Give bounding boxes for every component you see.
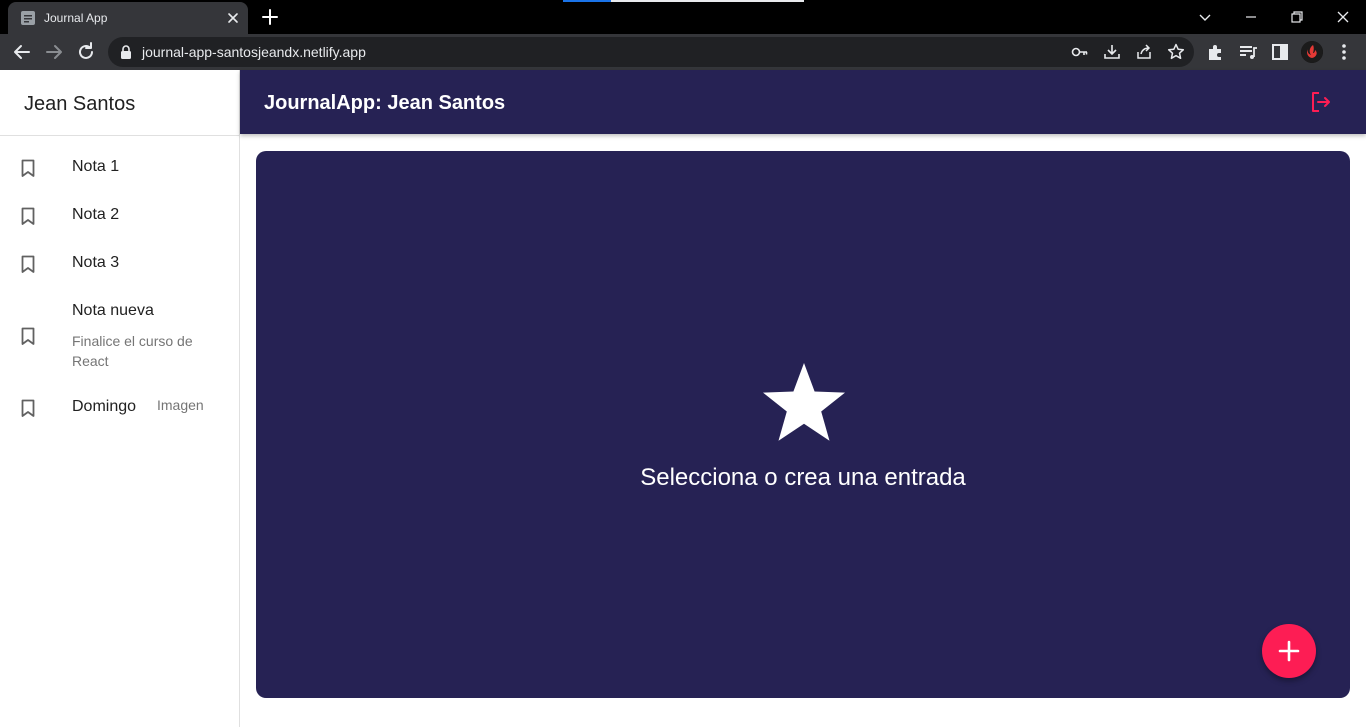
add-note-button[interactable] [1262, 624, 1316, 678]
plus-icon [1278, 640, 1300, 662]
media-queue-icon[interactable] [1236, 40, 1260, 64]
reload-icon[interactable] [74, 40, 98, 64]
url-text[interactable]: journal-app-santosjeandx.netlify.app [142, 44, 366, 60]
note-item[interactable]: Domingo Imagen [0, 390, 239, 426]
bookmark-icon [21, 327, 35, 345]
bookmark-icon [21, 207, 35, 225]
note-title: Nota 1 [72, 158, 120, 175]
close-icon[interactable] [224, 9, 242, 27]
share-icon[interactable] [1134, 42, 1154, 62]
more-menu-icon[interactable] [1332, 40, 1356, 64]
note-item[interactable]: Nota nueva Finalice el curso de React [0, 296, 239, 376]
note-title: Nota 3 [72, 254, 120, 271]
sidebar-user-name: Jean Santos [24, 93, 136, 115]
logout-icon[interactable] [1308, 89, 1334, 115]
close-window-icon[interactable] [1332, 6, 1354, 28]
document-icon [21, 11, 35, 25]
note-item[interactable]: Nota 1 [0, 150, 239, 186]
browser-tab-strip: Journal App [0, 0, 1366, 34]
side-panel-icon[interactable] [1268, 40, 1292, 64]
note-title: Nota nueva [72, 302, 154, 319]
tab-title: Journal App [44, 11, 108, 25]
app-title: JournalApp: Jean Santos [264, 92, 506, 114]
forward-arrow-icon[interactable] [42, 40, 66, 64]
tab-search-chevron-icon[interactable] [1194, 6, 1216, 28]
extensions-puzzle-icon[interactable] [1204, 40, 1228, 64]
new-tab-plus-icon[interactable] [259, 6, 281, 28]
bookmark-icon [21, 159, 35, 177]
star-icon [763, 363, 845, 441]
browser-toolbar: journal-app-santosjeandx.netlify.app [0, 34, 1366, 70]
note-item[interactable]: Nota 2 [0, 198, 239, 234]
note-item[interactable]: Nota 3 [0, 246, 239, 282]
note-title: Nota 2 [72, 206, 120, 223]
bookmark-icon [21, 255, 35, 273]
note-body: Imagen [157, 397, 204, 413]
lock-icon[interactable] [118, 44, 134, 60]
install-app-icon[interactable] [1102, 42, 1122, 62]
bookmark-star-icon[interactable] [1166, 42, 1186, 62]
note-title: Domingo [72, 398, 137, 415]
back-arrow-icon[interactable] [10, 40, 34, 64]
sidebar-header: Jean Santos [0, 70, 239, 136]
browser-tab-active[interactable]: Journal App [8, 2, 248, 34]
key-icon[interactable] [1070, 42, 1090, 62]
nothing-selected-panel: Selecciona o crea una entrada [256, 151, 1350, 698]
profile-avatar-image [1301, 41, 1323, 63]
restore-icon[interactable] [1286, 6, 1308, 28]
profile-avatar[interactable] [1301, 41, 1323, 63]
empty-state-message: Selecciona o crea una entrada [640, 464, 966, 491]
sidebar: Jean Santos Nota 1 Nota 2 Nota 3 Nota nu… [0, 70, 240, 727]
tab-strip-indicator-accent [563, 0, 611, 2]
address-bar[interactable]: journal-app-santosjeandx.netlify.app [108, 37, 1194, 67]
note-body: Finalice el curso de React [72, 333, 193, 369]
minimize-icon[interactable] [1240, 6, 1262, 28]
bookmark-icon [21, 399, 35, 417]
app-bar: JournalApp: Jean Santos [240, 70, 1366, 134]
